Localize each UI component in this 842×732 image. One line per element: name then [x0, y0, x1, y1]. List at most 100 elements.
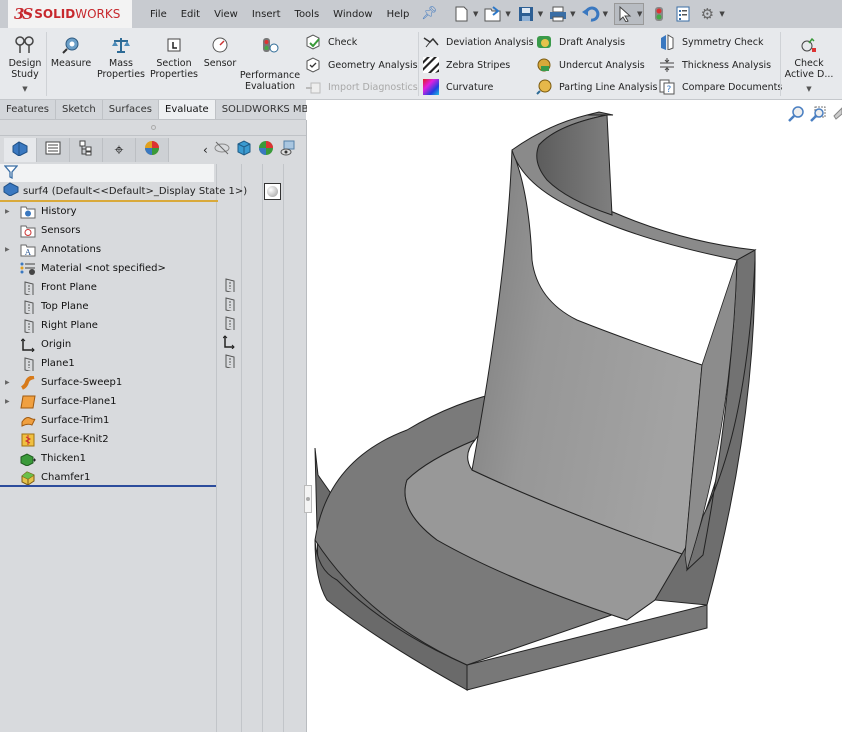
parting-line-analysis-button[interactable]: Parting Line Analysis: [535, 78, 657, 96]
undercut-analysis-button[interactable]: Undercut Analysis: [535, 56, 645, 74]
3d-model-surf4[interactable]: [307, 100, 842, 732]
tab-propertymanager[interactable]: [37, 138, 70, 162]
import-diagnostics-button[interactable]: Import Diagnostics: [304, 78, 418, 96]
rebuild-button[interactable]: [650, 5, 668, 23]
display-pane-toggle[interactable]: [264, 183, 281, 200]
tree-item-label: Surface-Knit2: [41, 434, 109, 445]
check-active-document-button[interactable]: Check Active D... ▼: [784, 34, 834, 95]
save-button[interactable]: ▼: [517, 5, 543, 23]
chevron-down-icon[interactable]: ▼: [806, 84, 811, 95]
chevron-down-icon[interactable]: ▼: [505, 10, 510, 18]
splitter-handle[interactable]: [304, 485, 312, 513]
tree-item-annotations[interactable]: ▶ A Annotations: [0, 240, 216, 259]
menu-insert[interactable]: Insert: [252, 9, 281, 20]
tree-item-label: Annotations: [41, 244, 102, 255]
chevron-down-icon[interactable]: ▼: [637, 10, 642, 18]
check-active-document-label: Check Active D...: [784, 58, 834, 80]
chevron-down-icon[interactable]: ▼: [22, 84, 27, 95]
tree-filter[interactable]: [0, 164, 214, 182]
design-study-button[interactable]: Design Study ▼: [6, 34, 44, 95]
display-style-cube-icon[interactable]: [236, 140, 252, 160]
measure-button[interactable]: Measure: [50, 34, 92, 69]
compare-documents-button[interactable]: ? Compare Documents: [658, 78, 782, 96]
rollback-bar[interactable]: [0, 485, 216, 487]
chevron-down-icon[interactable]: ▼: [538, 10, 543, 18]
filter-funnel-icon[interactable]: [3, 164, 19, 182]
tree-item-front-plane[interactable]: Front Plane: [0, 278, 216, 297]
deviation-analysis-button[interactable]: Deviation Analysis: [422, 33, 534, 51]
menu-window[interactable]: Window: [333, 9, 372, 20]
pin-menu-icon[interactable]: 📌︎: [421, 6, 438, 21]
front-plane-visibility-icon[interactable]: [223, 278, 235, 295]
expand-arrow-icon[interactable]: ▶: [5, 379, 13, 386]
tree-item-label: Origin: [41, 339, 72, 350]
deviation-analysis-icon: [422, 34, 440, 50]
tab-dimxpertmanager[interactable]: ⌖: [103, 138, 136, 162]
tab-displaymanager[interactable]: [136, 138, 169, 162]
open-button[interactable]: ▼: [484, 5, 511, 23]
expand-arrow-icon[interactable]: ▶: [5, 398, 13, 405]
tree-item-material-not-specified[interactable]: Material <not specified>: [0, 259, 216, 278]
zebra-stripes-button[interactable]: Zebra Stripes: [422, 56, 510, 74]
right-plane-visibility-icon[interactable]: [223, 316, 235, 333]
manager-tabs: ⌖: [4, 138, 169, 162]
collapse-left-icon[interactable]: ‹: [203, 143, 208, 157]
tree-root-part[interactable]: surf4 (Default<<Default>_Display State 1…: [0, 182, 247, 202]
chevron-down-icon[interactable]: ▼: [603, 10, 608, 18]
tab-features[interactable]: Features: [0, 100, 56, 119]
ribbon-divider: [780, 32, 781, 96]
origin-visibility-icon[interactable]: [222, 335, 235, 352]
performance-evaluation-button[interactable]: Performance Evaluation: [240, 34, 300, 92]
undo-button[interactable]: ▼: [581, 5, 608, 23]
tree-item-sensors[interactable]: Sensors: [0, 221, 216, 240]
tree-item-surface-plane1[interactable]: ▶ Surface-Plane1: [0, 392, 216, 411]
chevron-down-icon[interactable]: ▼: [570, 10, 575, 18]
check-button[interactable]: Check: [304, 33, 357, 51]
menu-view[interactable]: View: [214, 9, 238, 20]
menu-file[interactable]: File: [150, 9, 167, 20]
draft-analysis-button[interactable]: Draft Analysis: [535, 33, 625, 51]
sensor-button[interactable]: Sensor: [202, 34, 238, 69]
tab-surfaces[interactable]: Surfaces: [103, 100, 160, 119]
tree-item-surface-sweep1[interactable]: ▶ Surface-Sweep1: [0, 373, 216, 392]
chevron-down-icon[interactable]: ▼: [473, 10, 478, 18]
expand-arrow-icon[interactable]: ▶: [5, 208, 13, 215]
tree-item-top-plane[interactable]: Top Plane: [0, 297, 216, 316]
symmetry-check-button[interactable]: Symmetry Check: [658, 33, 764, 51]
select-button[interactable]: ▼: [613, 3, 645, 25]
graphics-area[interactable]: [307, 100, 842, 732]
geometry-analysis-button[interactable]: Geometry Analysis: [304, 56, 418, 74]
tab-evaluate[interactable]: Evaluate: [159, 100, 216, 119]
hide-show-eye-icon[interactable]: [214, 141, 230, 159]
file-properties-button[interactable]: [674, 5, 692, 23]
tree-item-origin[interactable]: Origin: [0, 335, 216, 354]
menu-help[interactable]: Help: [387, 9, 410, 20]
plane1-visibility-icon[interactable]: [223, 354, 235, 371]
appearance-icon[interactable]: [258, 140, 274, 160]
solidworks-logo[interactable]: 3S SOLIDWORKS: [8, 0, 132, 28]
tree-item-plane1[interactable]: Plane1: [0, 354, 216, 373]
menu-edit[interactable]: Edit: [181, 9, 200, 20]
scene-view-icon[interactable]: [280, 140, 296, 160]
expand-arrow-icon[interactable]: ▶: [5, 246, 13, 253]
top-plane-visibility-icon[interactable]: [223, 297, 235, 314]
tab-featuremanager[interactable]: [4, 138, 37, 162]
tab-configurationmanager[interactable]: [70, 138, 103, 162]
panel-grip[interactable]: [0, 120, 306, 136]
tab-sketch[interactable]: Sketch: [56, 100, 103, 119]
tree-item-thicken1[interactable]: Thicken1: [0, 449, 216, 468]
section-properties-button[interactable]: Section Properties: [148, 34, 200, 80]
tree-item-surface-trim1[interactable]: Surface-Trim1: [0, 411, 216, 430]
chevron-down-icon[interactable]: ▼: [719, 10, 724, 18]
tree-item-history[interactable]: ▶ History: [0, 202, 216, 221]
print-button[interactable]: ▼: [549, 5, 576, 23]
tree-item-right-plane[interactable]: Right Plane: [0, 316, 216, 335]
thickness-analysis-button[interactable]: Thickness Analysis: [658, 56, 771, 74]
menu-tools[interactable]: Tools: [295, 9, 320, 20]
options-button[interactable]: ⚙ ▼: [698, 5, 725, 23]
tree-item-surface-knit2[interactable]: Surface-Knit2: [0, 430, 216, 449]
curvature-button[interactable]: Curvature: [422, 78, 493, 96]
draft-analysis-label: Draft Analysis: [559, 36, 626, 48]
mass-properties-button[interactable]: Mass Properties: [96, 34, 146, 80]
new-document-button[interactable]: ▼: [452, 5, 478, 23]
